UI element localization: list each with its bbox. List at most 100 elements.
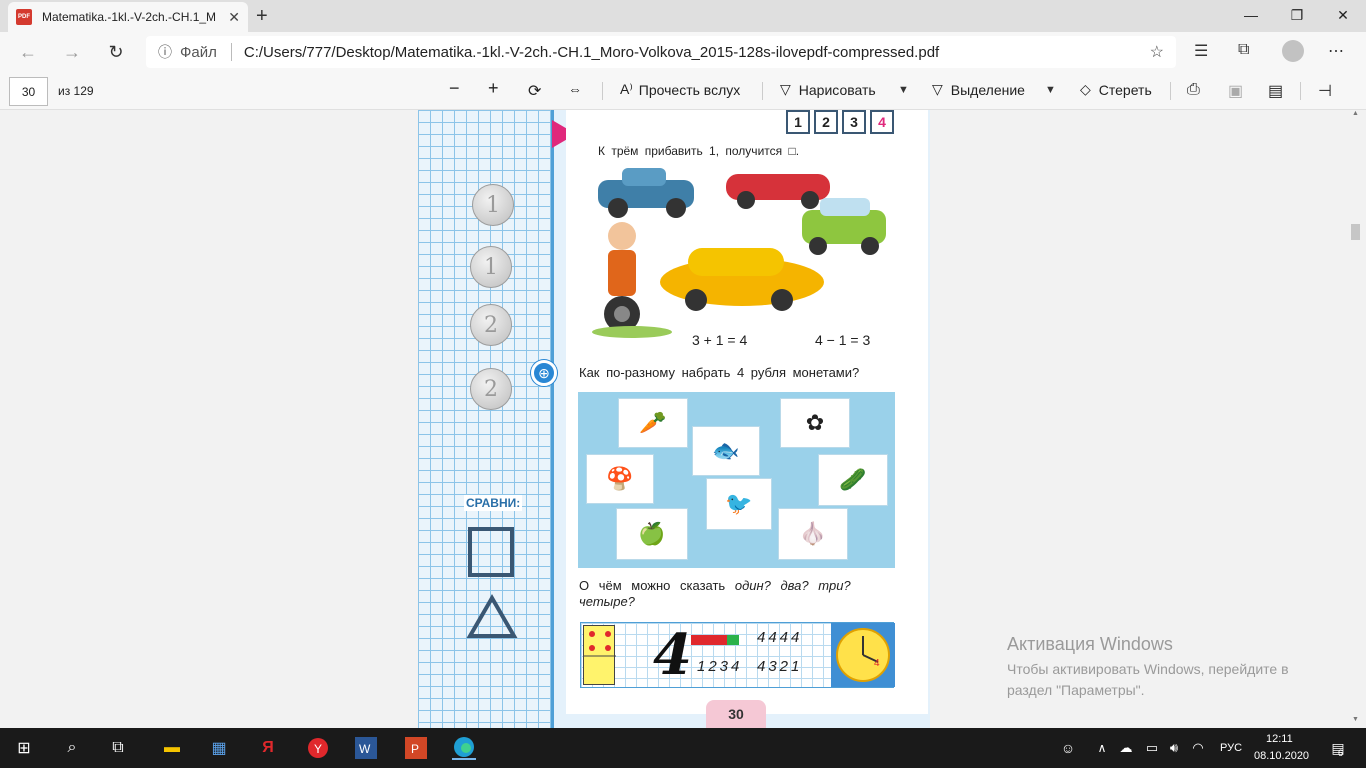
zoom-in-icon[interactable]: +: [488, 78, 499, 99]
save-as-icon[interactable]: ▤: [1268, 81, 1283, 101]
red-car-illustration: [726, 174, 830, 209]
apples-card: 🍏: [616, 508, 688, 560]
digit-sequence-top: 4444: [757, 629, 803, 646]
coin-2-ruble: 2: [470, 304, 512, 346]
scrollbar-thumb[interactable]: [1351, 224, 1360, 240]
address-url[interactable]: C:/Users/777/Desktop/Matematika.-1kl.-V-…: [244, 44, 939, 61]
highlight-icon: ▽: [932, 81, 943, 97]
word-four: четыре?: [579, 594, 635, 609]
clock-date[interactable]: 08.10.2020: [1254, 750, 1309, 762]
restore-button[interactable]: ❐: [1274, 0, 1320, 30]
cucumbers-card: 🥒: [818, 454, 888, 506]
favorite-star-icon[interactable]: ☆: [1150, 42, 1164, 62]
new-tab-button[interactable]: +: [256, 5, 268, 28]
bird-card: 🐦: [706, 478, 772, 530]
draw-button[interactable]: ▽ Нарисовать: [780, 81, 876, 98]
draw-options-chevron-icon[interactable]: ▼: [898, 84, 909, 96]
toolbar-divider: [762, 82, 763, 100]
yandex-browser-icon[interactable]: Я: [256, 736, 280, 760]
windows-start-icon[interactable]: ⊞: [12, 736, 36, 760]
pdf-icon: PDF: [16, 9, 32, 25]
pdf-viewer[interactable]: 1 1 2 2 ⊕ СРАВНИ: 1 2 3 4 К трём прибави…: [0, 110, 1366, 728]
highlight-button[interactable]: ▽ Выделение: [932, 81, 1025, 98]
minimize-button[interactable]: —: [1228, 0, 1274, 30]
carrots-card: 🥕: [618, 398, 688, 448]
network-icon[interactable]: ◠: [1186, 736, 1210, 760]
svg-text:P: P: [411, 742, 419, 756]
erase-button[interactable]: ◇ Стереть: [1080, 81, 1152, 98]
tab-close-icon[interactable]: ✕: [228, 9, 240, 26]
highlight-options-chevron-icon[interactable]: ▼: [1045, 84, 1056, 96]
volume-icon[interactable]: 🔊︎: [1162, 736, 1186, 760]
erase-label: Стереть: [1098, 81, 1152, 98]
word-two: два?: [780, 578, 809, 593]
yandex-icon[interactable]: Y: [306, 736, 330, 760]
address-divider: [230, 43, 232, 61]
address-scheme-label: Файл: [180, 43, 217, 61]
info-icon[interactable]: ⓘ: [158, 42, 172, 62]
scroll-up-icon[interactable]: ▲: [1352, 110, 1359, 117]
page-count: из 129: [58, 84, 94, 98]
flower-card: ✿: [780, 398, 850, 448]
browser-tab[interactable]: PDF Matematika.-1kl.-V-2ch.-CH.1_M ✕: [8, 2, 248, 32]
draw-label: Нарисовать: [798, 81, 876, 98]
square-shape: [468, 527, 514, 577]
page-content: 1 2 3 4 К трём прибавить 1, получится □.…: [566, 110, 928, 714]
more-menu-icon[interactable]: ⋯: [1328, 41, 1344, 61]
compare-label: СРАВНИ:: [464, 495, 523, 511]
writing-practice-strip: 4 4444 1234 4321 4: [580, 622, 895, 688]
language-indicator[interactable]: РУС: [1220, 742, 1242, 754]
rotate-icon[interactable]: ⟳: [528, 81, 541, 101]
store-icon[interactable]: ▦: [207, 736, 231, 760]
save-icon[interactable]: ▣: [1228, 81, 1243, 101]
collections-icon[interactable]: ⧉: [1238, 41, 1249, 59]
clock-time[interactable]: 12:11: [1266, 733, 1293, 745]
onedrive-icon[interactable]: ☁: [1114, 736, 1138, 760]
print-icon[interactable]: ⎙: [1187, 81, 1200, 99]
address-bar[interactable]: ⓘ Файл C:/Users/777/Desktop/Matematika.-…: [146, 36, 1176, 68]
windows-taskbar: ⊞ ⌕ ⧉ ▬ ▦ Я Y W P ☺ ∧ ☁ ▭ 🔊︎ ◠ РУС 12:11…: [0, 728, 1366, 768]
battery-icon[interactable]: ▭: [1140, 736, 1164, 760]
search-icon[interactable]: ⌕: [60, 736, 84, 760]
forward-icon[interactable]: →: [60, 40, 84, 64]
word-icon[interactable]: W: [354, 736, 378, 760]
scroll-down-icon[interactable]: ▼: [1352, 716, 1359, 723]
picture-panel: 🥕 🐟 ✿ 🍄 🥒 🐦 🍏 🧄: [578, 392, 895, 568]
task-text-1: К трём прибавить 1, получится □.: [598, 144, 800, 158]
pin-toolbar-icon[interactable]: ⊣: [1318, 81, 1332, 101]
profile-avatar[interactable]: [1282, 40, 1304, 62]
svg-text:Y: Y: [314, 742, 322, 756]
task-text-3: О чём можно сказать один? два? три? четы…: [579, 578, 897, 610]
powerpoint-icon[interactable]: P: [404, 736, 428, 760]
refresh-icon[interactable]: ↻: [104, 40, 128, 64]
tray-expand-icon[interactable]: ∧: [1090, 736, 1114, 760]
back-icon[interactable]: ←: [16, 40, 40, 64]
file-explorer-icon[interactable]: ▬: [160, 736, 184, 760]
fit-page-icon[interactable]: ⇔: [568, 81, 582, 97]
page-number-input[interactable]: 30: [9, 77, 48, 106]
read-aloud-button[interactable]: A⁾ Прочесть вслух: [620, 81, 740, 98]
task-view-icon[interactable]: ⧉: [106, 736, 130, 760]
zoom-out-icon[interactable]: −: [449, 78, 460, 99]
equation-addition: 3 + 1 = 4: [692, 332, 748, 348]
word-three: три?: [818, 578, 851, 593]
equation-subtraction: 4 − 1 = 3: [815, 332, 871, 348]
toolbar-divider: [1300, 82, 1301, 100]
coin-1-ruble: 1: [470, 246, 512, 288]
clock-panel: 4: [831, 623, 895, 687]
garlic-card: 🧄: [778, 508, 848, 560]
big-digit: 4: [653, 622, 692, 688]
close-window-button[interactable]: ✕: [1320, 0, 1366, 30]
number-box: 2: [814, 110, 838, 134]
globe-icon[interactable]: ⊕: [531, 360, 557, 386]
people-icon[interactable]: ☺: [1056, 736, 1080, 760]
task-text-2: Как по-разному набрать 4 рубля монетами?: [579, 365, 860, 380]
edge-browser-icon[interactable]: [452, 736, 476, 760]
draw-pen-icon: ▽: [780, 81, 791, 97]
page-number-tab: 30: [706, 700, 766, 728]
task-text-3-lead: О чём можно сказать: [579, 578, 726, 593]
favorites-icon[interactable]: ☰: [1194, 41, 1208, 61]
toolbar-divider: [602, 82, 603, 100]
toolbar-divider: [1170, 82, 1171, 100]
windows-activation-watermark: Активация Windows Чтобы активировать Win…: [1007, 634, 1327, 701]
